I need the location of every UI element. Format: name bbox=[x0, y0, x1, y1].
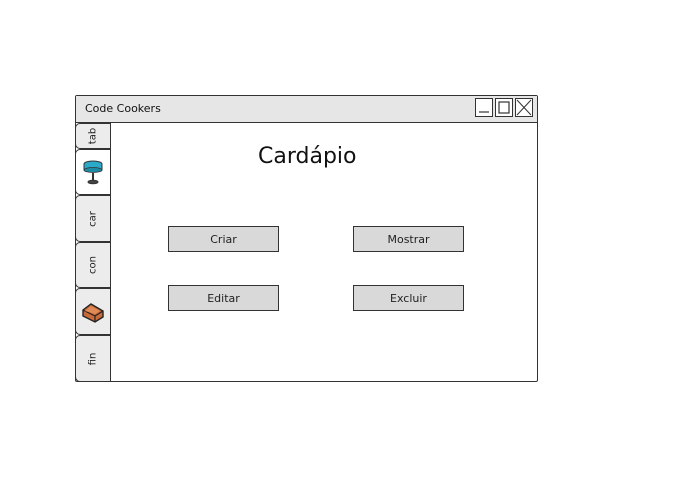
minimize-icon bbox=[479, 111, 489, 113]
create-button[interactable]: Criar bbox=[168, 226, 279, 252]
maximize-button[interactable] bbox=[495, 98, 513, 117]
show-button[interactable]: Mostrar bbox=[353, 226, 464, 252]
close-icon bbox=[516, 99, 532, 116]
app-window: Code Cookers tab car con fin Cardápio Cr… bbox=[75, 95, 538, 382]
tab-brick[interactable] bbox=[75, 288, 110, 335]
tab-divider bbox=[110, 123, 111, 382]
window-controls bbox=[475, 98, 533, 117]
tab-drink[interactable] bbox=[75, 149, 110, 195]
page-title: Cardápio bbox=[258, 144, 357, 169]
tab-label: con bbox=[87, 256, 99, 274]
window-title: Code Cookers bbox=[85, 102, 161, 115]
tab-car[interactable]: car bbox=[75, 195, 110, 242]
maximize-icon bbox=[498, 101, 510, 114]
tab-fin[interactable]: fin bbox=[75, 335, 110, 382]
minimize-button[interactable] bbox=[475, 98, 493, 117]
vertical-tab-strip: tab car con fin bbox=[75, 123, 111, 382]
tab-label: car bbox=[87, 210, 99, 227]
delete-button[interactable]: Excluir bbox=[353, 285, 464, 311]
window-titlebar[interactable]: Code Cookers bbox=[76, 96, 537, 123]
drink-icon bbox=[83, 160, 103, 185]
tab-label: fin bbox=[87, 352, 99, 365]
edit-button[interactable]: Editar bbox=[168, 285, 279, 311]
brick-icon bbox=[82, 302, 104, 323]
tab-tab[interactable]: tab bbox=[75, 123, 110, 149]
tab-con[interactable]: con bbox=[75, 242, 110, 288]
close-button[interactable] bbox=[515, 98, 533, 117]
tab-label: tab bbox=[87, 127, 99, 145]
